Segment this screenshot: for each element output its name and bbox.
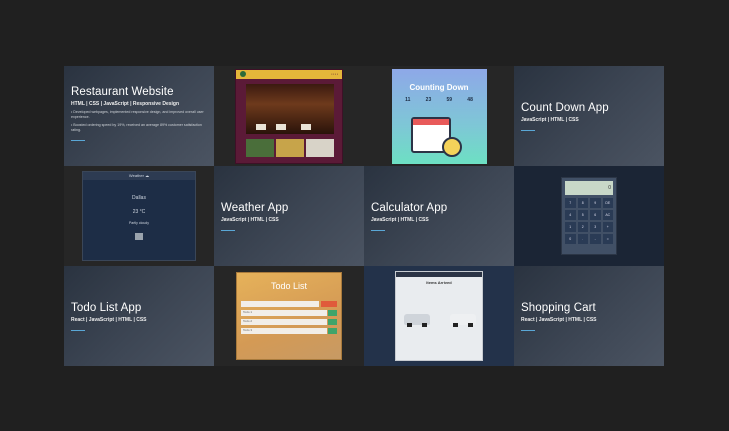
projects-grid: Restaurant Website HTML | CSS | JavaScri… (64, 66, 664, 366)
title-underline (71, 140, 85, 141)
calculator-key: - (590, 234, 601, 244)
project-card-todo[interactable]: Todo List App React | JavaScript | HTML … (64, 266, 214, 366)
food-thumbnails (246, 138, 334, 157)
title-underline (371, 229, 385, 231)
weather-temp: 23 °C (132, 209, 146, 215)
calculator-key: 4 (565, 210, 576, 220)
calculator-key: 0 (565, 234, 576, 244)
title-underline (521, 329, 535, 331)
project-title: Weather App (221, 201, 289, 214)
todo-screenshot: Todo List Todo 1 Todo 2 Todo 3 (236, 272, 342, 360)
logo-icon (240, 71, 246, 77)
weather-screenshot: Weather ☁ Dallas 23 °C Partly cloudy (82, 171, 196, 261)
calculator-key: 5 (577, 210, 588, 220)
title-underline (521, 129, 535, 131)
project-tech: React | JavaScript | HTML | CSS (71, 316, 147, 323)
project-thumb-restaurant[interactable]: ▪ ▪ ▪ ▪ (214, 66, 364, 166)
project-thumb-weather[interactable]: Weather ☁ Dallas 23 °C Partly cloudy (64, 166, 214, 266)
calculator-key: 3 (590, 222, 601, 232)
todo-item: Todo 2 (241, 319, 337, 325)
todo-item: Todo 1 (241, 310, 337, 316)
calculator-key: + (602, 222, 613, 232)
calculator-key: 2 (577, 222, 588, 232)
project-card-countdown[interactable]: Count Down App JavaScript | HTML | CSS (514, 66, 664, 166)
weather-title: Weather ☁ (83, 172, 195, 180)
project-tech: HTML | CSS | JavaScript | Responsive Des… (71, 101, 180, 107)
car-image (450, 314, 476, 327)
calculator-key: AC (602, 210, 613, 220)
shop-heading: Items Arrived (426, 280, 452, 285)
project-title: Count Down App (521, 101, 609, 114)
project-title: Restaurant Website (71, 86, 174, 98)
calculator-keys: 7 8 9 DE 4 5 6 AC 1 2 3 +0. - = (565, 198, 613, 244)
countdown-seconds: 48 (467, 96, 473, 103)
countdown-minutes: 59 (446, 96, 453, 103)
car-image (404, 314, 430, 327)
calculator-key: 6 (590, 210, 601, 220)
calculator-key: = (602, 234, 613, 244)
project-thumb-countdown[interactable]: Counting Down 11 23 59 48 (364, 66, 514, 166)
countdown-hours: 23 (425, 96, 432, 103)
calculator-key: 1 (565, 222, 576, 232)
project-thumb-shopping[interactable]: Items Arrived (364, 266, 514, 366)
project-card-restaurant[interactable]: Restaurant Website HTML | CSS | JavaScri… (64, 66, 214, 166)
todo-input (241, 301, 337, 307)
project-title: Shopping Cart (521, 301, 596, 314)
project-card-calculator[interactable]: Calculator App JavaScript | HTML | CSS (364, 166, 514, 266)
shopping-screenshot: Items Arrived (395, 271, 483, 361)
weather-condition: Partly cloudy (128, 221, 150, 225)
todo-item: Todo 3 (241, 328, 337, 334)
calculator-key: DE (602, 198, 613, 208)
project-title: Calculator App (371, 201, 448, 214)
restaurant-screenshot: ▪ ▪ ▪ ▪ (235, 68, 343, 164)
project-title: Todo List App (71, 301, 142, 314)
project-card-shopping[interactable]: Shopping Cart React | JavaScript | HTML … (514, 266, 664, 366)
calculator-key: 7 (565, 198, 576, 208)
calculator-screenshot: 0 7 8 9 DE 4 5 6 AC 1 2 3 +0. - = (561, 177, 617, 255)
countdown-days: 11 (405, 96, 411, 103)
project-thumb-todo[interactable]: Todo List Todo 1 Todo 2 Todo 3 (214, 266, 364, 366)
refresh-icon (135, 233, 143, 240)
project-tech: JavaScript | HTML | CSS (221, 216, 279, 223)
project-tech: JavaScript | HTML | CSS (521, 116, 579, 123)
countdown-screenshot: Counting Down 11 23 59 48 (391, 68, 487, 164)
calculator-key: 8 (577, 198, 588, 208)
project-tech: JavaScript | HTML | CSS (371, 216, 429, 223)
title-underline (221, 229, 235, 231)
calculator-display: 0 (565, 181, 613, 195)
project-tech: React | JavaScript | HTML | CSS (521, 316, 597, 323)
project-card-weather[interactable]: Weather App JavaScript | HTML | CSS (214, 166, 364, 266)
weather-city: Dallas (132, 195, 146, 201)
project-thumb-calculator[interactable]: 0 7 8 9 DE 4 5 6 AC 1 2 3 +0. - = (514, 166, 664, 266)
calculator-key: 9 (590, 198, 601, 208)
project-bullet: • Boosted ordering speed by 19%, receive… (71, 123, 202, 132)
restaurant-hero-image (246, 83, 334, 134)
clock-icon (441, 136, 462, 157)
todo-heading: Todo List (270, 281, 308, 291)
project-bullet: • Developed webpages, implemented respon… (71, 110, 204, 119)
calculator-key: . (577, 234, 588, 244)
title-underline (71, 329, 85, 331)
countdown-heading: Counting Down (409, 82, 469, 92)
